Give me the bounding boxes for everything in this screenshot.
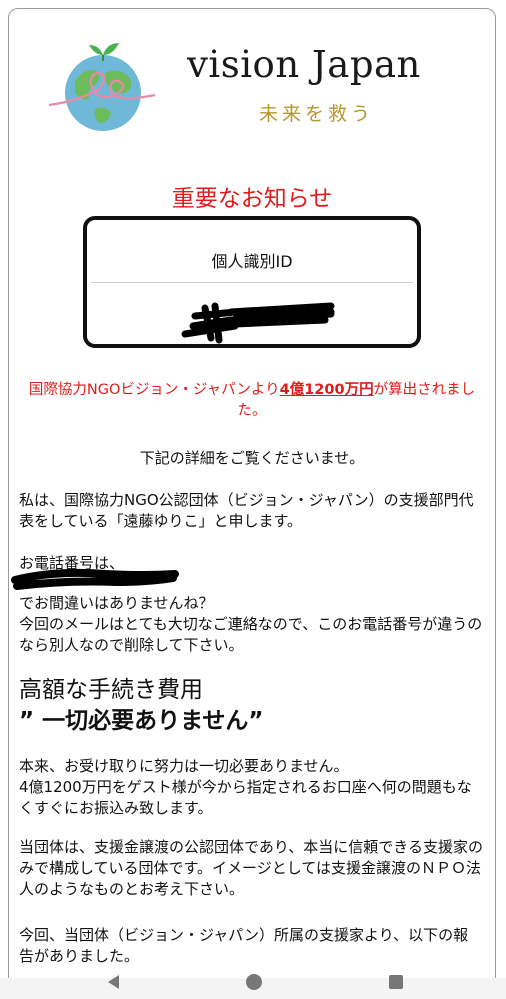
notice-title: 重要なお知らせ: [171, 186, 333, 212]
redaction-scribble: [181, 302, 335, 344]
receive-paragraph: 本来、お受け取りに努力は一切必要ありません。 4億1200万円をゲスト様が今から…: [19, 757, 472, 817]
brand-name: vision Japan: [187, 43, 421, 86]
personal-id-box: 個人識別ID: [83, 216, 421, 348]
recent-square-icon[interactable]: [386, 972, 406, 992]
personal-id-label: 個人識別ID: [211, 252, 293, 271]
amount-notice: 国際協力NGOビジョン・ジャパンより4億1200万円が算出されました。: [23, 380, 481, 422]
email-content-card: vision Japan 未来を救う 重要なお知らせ 個人識別ID 国際協力NG…: [8, 8, 496, 978]
phone-redaction: [11, 568, 179, 590]
amount-notice-before: 国際協力NGOビジョン・ジャパンより: [28, 382, 280, 398]
report-paragraph: 今回、当団体（ビジョン・ジャパン）所属の支援家より、以下の報告がありました。: [19, 926, 469, 965]
system-nav-bar: [0, 974, 506, 999]
detail-line: 下記の詳細をご覧くださいませ。: [139, 449, 365, 467]
organization-paragraph: 当団体は、支援金譲渡の公認団体であり、本当に信頼できる支援家のみで構成している団…: [19, 838, 483, 898]
id-divider: [91, 282, 413, 283]
no-fee-heading: ” 一切必要ありません”: [19, 708, 264, 734]
globe-logo-icon: [48, 43, 156, 131]
phone-check-paragraph: でお間違いはありませんね？ 今回のメールはとても大切なご連絡なので、このお電話番…: [19, 594, 483, 654]
home-circle-icon[interactable]: [244, 972, 264, 992]
fee-heading: 高額な手続き費用: [19, 677, 203, 703]
brand-tagline: 未来を救う: [259, 103, 375, 125]
header: vision Japan 未来を救う: [9, 9, 495, 139]
back-triangle-icon[interactable]: [104, 972, 124, 992]
intro-paragraph: 私は、国際協力NGO公認団体（ビジョン・ジャパン）の支援部門代表をしている「遠藤…: [19, 491, 474, 530]
amount-highlight: 4億1200万円: [279, 382, 374, 398]
